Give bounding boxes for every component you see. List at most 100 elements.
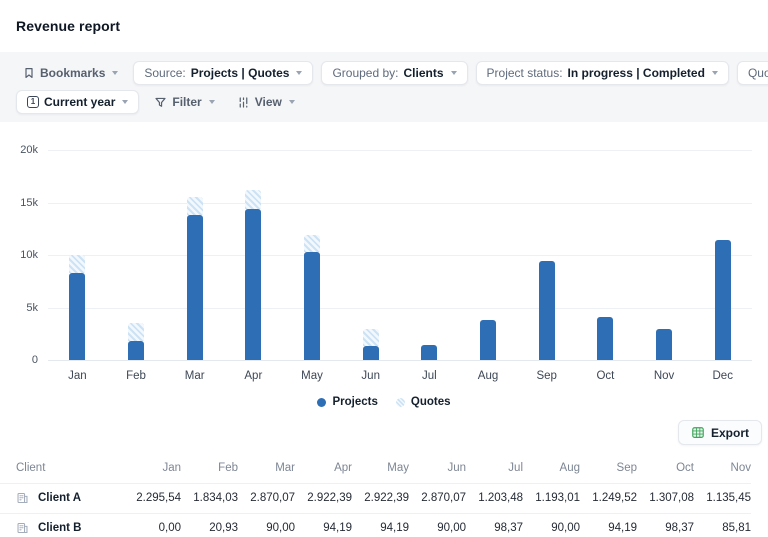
projects-bar-segment[interactable] — [538, 260, 555, 360]
legend-item-quotes[interactable]: Quotes — [395, 396, 451, 408]
bar-group-nov[interactable] — [635, 150, 694, 360]
value-cell: 2.870,07 — [409, 483, 466, 514]
bar-group-oct[interactable] — [576, 150, 635, 360]
x-axis-label-mar: Mar — [184, 370, 205, 382]
projects-bar-segment[interactable] — [128, 341, 144, 360]
x-axis-label-jan: Jan — [68, 370, 87, 382]
y-axis-tick-label: 0 — [31, 354, 38, 366]
bar-group-sep[interactable] — [517, 150, 576, 360]
export-label: Export — [710, 425, 749, 440]
client-icon — [17, 493, 28, 503]
grouped-by-value: Clients — [403, 66, 444, 80]
column-header-feb: Feb — [181, 453, 238, 484]
column-header-mar: Mar — [238, 453, 295, 484]
export-row: Export — [0, 410, 768, 453]
filter-button[interactable]: Filter — [147, 90, 221, 114]
column-header-jul: Jul — [466, 453, 523, 484]
quotes-bar-segment[interactable] — [362, 328, 379, 346]
projects-bar-segment[interactable] — [597, 317, 614, 360]
grouped-by-filter-button[interactable]: Grouped by: Clients — [321, 61, 468, 85]
value-cell: 1.193,01 — [523, 483, 580, 514]
view-button[interactable]: View — [230, 90, 302, 114]
grouped-by-prefix: Grouped by: — [332, 66, 399, 80]
column-header-sep: Sep — [580, 453, 637, 484]
bar-group-jan[interactable] — [48, 150, 107, 360]
client-cell[interactable]: Client A — [0, 483, 124, 514]
y-axis-tick-label: 15k — [20, 196, 38, 209]
column-header-nov: Nov — [694, 453, 751, 484]
value-cell: 94,19 — [580, 513, 637, 537]
legend-dot-icon — [395, 397, 405, 407]
funnel-icon — [155, 97, 166, 107]
column-header-jan: Jan — [124, 453, 181, 484]
bar-group-dec[interactable] — [693, 150, 752, 360]
value-cell: 90,00 — [238, 513, 295, 537]
client-cell[interactable]: Client B — [0, 513, 124, 537]
value-cell: 0,00 — [124, 513, 181, 537]
bar-group-aug[interactable] — [459, 150, 518, 360]
x-axis-label-feb: Feb — [126, 370, 146, 382]
column-header-jun: Jun — [409, 453, 466, 484]
csv-file-icon — [692, 426, 704, 438]
x-axis-label-may: May — [301, 370, 323, 382]
x-axis-label-nov: Nov — [653, 370, 675, 382]
view-label: View — [254, 95, 282, 109]
quotes-bar-segment[interactable] — [69, 254, 86, 273]
value-cell: 1.135,45 — [694, 483, 751, 514]
current-year-button[interactable]: 1 Current year — [16, 90, 140, 114]
x-axis-label-jul: Jul — [422, 370, 437, 382]
chevron-down-icon — [711, 71, 718, 75]
legend-item-projects[interactable]: Projects — [317, 396, 378, 408]
y-axis-tick-label: 20k — [20, 144, 38, 156]
x-axis-label-dec: Dec — [712, 370, 733, 382]
quotes-bar-segment[interactable] — [186, 196, 203, 216]
bar-group-jul[interactable] — [400, 150, 459, 360]
value-cell: 94,19 — [352, 513, 409, 537]
value-cell: 85,81 — [694, 513, 751, 537]
value-cell: 2.295,54 — [124, 483, 181, 514]
projects-bar-segment[interactable] — [421, 344, 438, 360]
quotes-bar-segment[interactable] — [245, 190, 262, 209]
chevron-down-icon — [296, 71, 303, 75]
sliders-icon — [239, 96, 248, 108]
bookmarks-button[interactable]: Bookmarks — [16, 61, 125, 85]
legend-label: Quotes — [410, 396, 451, 408]
table-row[interactable]: Client B 0,00 20,93 90,00 94,19 94,19 90,00 98,… — [0, 513, 751, 537]
table-row[interactable]: Client A 2.295,54 1.834,03 2.870,07 2.922,39… — [0, 483, 751, 514]
revenue-table: Client Jan Feb Mar Apr May Jun Jul Aug Sep Oct Nov C… — [0, 453, 751, 537]
source-filter-button[interactable]: Source: Projects | Quotes — [133, 61, 314, 85]
value-cell: 2.922,39 — [352, 483, 409, 514]
bar-group-feb[interactable] — [107, 150, 166, 360]
value-cell: 94,19 — [295, 513, 352, 537]
bar-group-apr[interactable] — [224, 150, 283, 360]
projects-bar-segment[interactable] — [304, 252, 321, 360]
y-axis-tick-label: 10k — [20, 249, 38, 261]
bar-group-jun[interactable] — [341, 150, 400, 360]
projects-bar-segment[interactable] — [362, 345, 379, 360]
export-button[interactable]: Export — [677, 420, 762, 445]
bookmark-icon — [25, 68, 33, 78]
quotes-bar-segment[interactable] — [128, 322, 144, 342]
chevron-down-icon — [122, 100, 129, 104]
project-status-filter-button[interactable]: Project status: In progress | Completed — [475, 61, 729, 85]
bar-chart: 20k 15k 10k 5k 0 — [0, 144, 752, 366]
source-prefix: Source: — [144, 66, 186, 80]
x-axis-label-oct: Oct — [596, 370, 615, 382]
value-cell: 2.922,39 — [295, 483, 352, 514]
projects-bar-segment[interactable] — [245, 208, 262, 360]
chart-legend: Projects Quotes — [0, 394, 768, 410]
projects-bar-segment[interactable] — [656, 328, 673, 360]
bar-group-may[interactable] — [283, 150, 342, 360]
chevron-down-icon — [208, 100, 215, 104]
projects-bar-segment[interactable] — [480, 319, 497, 360]
bar-group-mar[interactable] — [165, 150, 224, 360]
quote-status-prefix: Quote status: — [747, 66, 768, 80]
quote-status-filter-button[interactable]: Quote status: Active quotes — [736, 61, 768, 85]
value-cell: 2.870,07 — [238, 483, 295, 514]
projects-bar-segment[interactable] — [714, 239, 731, 360]
quotes-bar-segment[interactable] — [304, 234, 321, 253]
projects-bar-segment[interactable] — [186, 215, 203, 360]
value-cell: 1.307,08 — [637, 483, 694, 514]
x-axis-label-jun: Jun — [361, 370, 380, 382]
projects-bar-segment[interactable] — [69, 272, 86, 360]
